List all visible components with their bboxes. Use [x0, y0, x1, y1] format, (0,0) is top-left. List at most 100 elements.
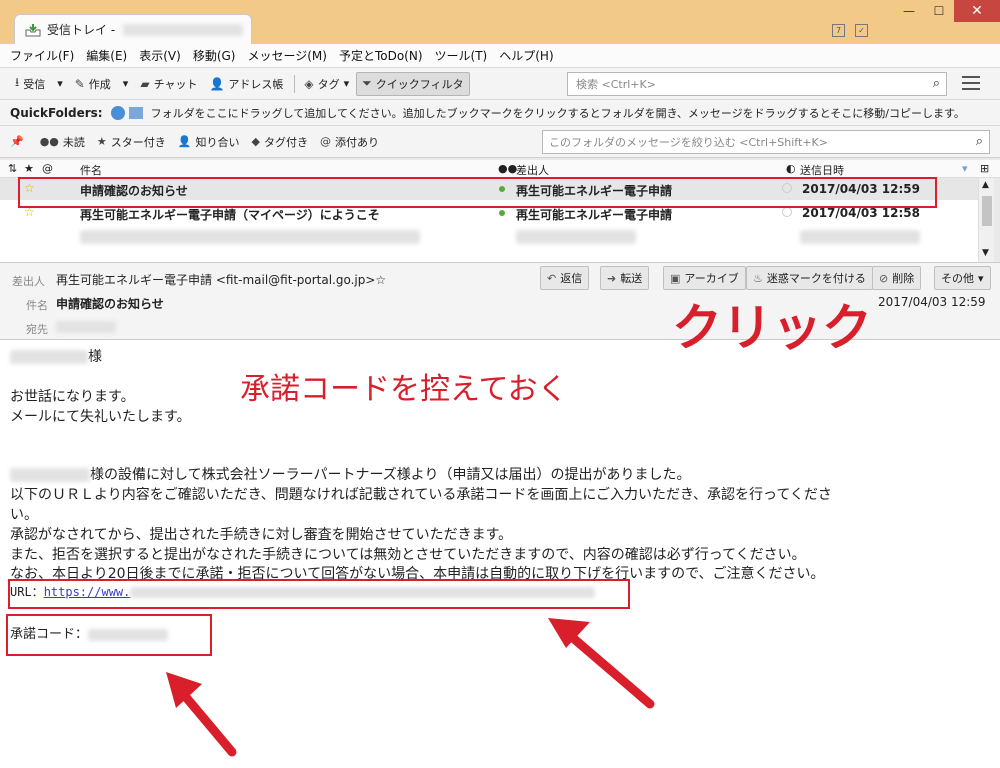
menu-go[interactable]: 移動(G)	[193, 47, 236, 64]
col-date[interactable]: 送信日時	[800, 162, 844, 178]
person-icon: 👤	[209, 76, 225, 91]
compose-button[interactable]: ✎ 作成	[70, 73, 116, 95]
highlight-selected-message	[18, 177, 937, 208]
calendar-icon[interactable]: 7	[832, 24, 845, 37]
junk-status-icon	[782, 207, 792, 217]
message-date: 2017/04/03 12:59	[878, 295, 986, 309]
highlight-code	[6, 614, 212, 656]
filter-icon: ⏷	[362, 76, 372, 90]
tab-title: 受信トレイ -	[47, 23, 116, 37]
filter-tagged[interactable]: ◆ タグ付き	[251, 134, 307, 150]
maximize-button[interactable]: ☐	[924, 0, 954, 22]
menu-file[interactable]: ファイル(F)	[10, 47, 74, 64]
tasks-icon[interactable]: ✓	[855, 24, 868, 37]
chevron-down-icon: ▾	[57, 77, 63, 90]
scroll-up-icon[interactable]: ▲	[982, 180, 989, 190]
folder-icon[interactable]	[128, 106, 143, 119]
inbox-tab[interactable]: 受信トレイ -	[14, 14, 252, 44]
col-subject[interactable]: 件名	[80, 162, 102, 178]
subject-value: 申請確認のお知らせ	[56, 297, 164, 311]
quickfilter-button[interactable]: ⏷ クイックフィルタ	[356, 71, 470, 96]
pin-icon: 📌	[10, 135, 24, 148]
attachment-column-icon[interactable]: @	[42, 162, 53, 175]
folder-filter-input[interactable]: このフォルダのメッセージを絞り込む <Ctrl+Shift+K> ⌕	[542, 130, 990, 154]
paperclip-icon: @	[319, 135, 331, 148]
archive-button[interactable]: ▣ アーカイブ	[663, 266, 746, 290]
unread-icon: ●●	[39, 135, 59, 148]
highlight-url	[8, 579, 630, 609]
body-line: また、拒否を選択すると提出がなされた手続きについては無効とさせていただきますので…	[10, 547, 806, 563]
column-picker-icon[interactable]: ⊞	[980, 162, 989, 175]
menu-message[interactable]: メッセージ(M)	[247, 47, 326, 64]
scroll-thumb[interactable]	[982, 196, 992, 226]
thread-column-icon[interactable]: ⇅	[8, 162, 17, 175]
body-line: い。	[10, 507, 38, 523]
forward-button[interactable]: ➜ 転送	[600, 266, 650, 290]
sort-chevron-icon: ▾	[962, 162, 968, 175]
unread-column-icon[interactable]: ●●	[498, 162, 517, 175]
body-line: お世話になります。	[10, 389, 135, 405]
search-icon[interactable]: ⌕	[976, 134, 983, 149]
filter-contacts[interactable]: 👤 知り合い	[178, 134, 240, 150]
junk-column-icon[interactable]: ◐	[786, 162, 796, 175]
redacted-account	[123, 23, 244, 36]
quickfolders-bar: QuickFolders: フォルダをここにドラッグして追加してください。追加し…	[0, 100, 1000, 126]
compose-dropdown[interactable]: ▾	[118, 74, 134, 93]
addressbook-button[interactable]: 👤 アドレス帳	[204, 73, 288, 95]
copy-code-annotation: 承諾コードを控えておく	[240, 372, 568, 407]
mail-window: 受信トレイ - 7 ✓ — ☐ ✕ ファイル(F) 編集(E) 表示(V) 移動…	[0, 0, 1000, 768]
from-label: 差出人	[12, 275, 45, 288]
body-line: 様の設備に対して株式会社ソーラーパートナーズ様より（申請又は届出）の提出がありま…	[10, 464, 690, 484]
app-menu-icon[interactable]	[962, 76, 980, 94]
menu-events[interactable]: 予定とToDo(N)	[339, 47, 423, 64]
archive-icon: ▣	[670, 271, 681, 285]
inbox-icon	[25, 23, 41, 37]
receive-dropdown[interactable]: ▾	[52, 74, 68, 93]
reply-icon: ↶	[547, 271, 557, 285]
chevron-down-icon: ▾	[978, 271, 984, 285]
minimize-button[interactable]: —	[894, 0, 924, 22]
junk-button[interactable]: ♨ 迷惑マークを付ける	[746, 266, 873, 290]
sticky-pin-button[interactable]: 📌	[10, 135, 28, 148]
download-icon: ⭳	[15, 75, 20, 89]
body-line: メールにて失礼いたします。	[10, 409, 191, 425]
flame-icon: ♨	[753, 271, 763, 285]
menu-help[interactable]: ヘルプ(H)	[499, 47, 553, 64]
delete-button[interactable]: ⊘ 削除	[872, 266, 922, 290]
to-value-redacted	[56, 321, 116, 333]
global-search-input[interactable]: 検索 <Ctrl+K> ⌕	[567, 72, 947, 96]
to-label: 宛先	[26, 323, 48, 336]
menu-edit[interactable]: 編集(E)	[86, 47, 127, 64]
quickfolders-hint: フォルダをここにドラッグして追加してください。追加したブックマークをクリックする…	[150, 106, 965, 120]
body-line: 承認がなされてから、提出された手続きに対し審査を開始させていただきます。	[10, 527, 513, 543]
list-scrollbar[interactable]: ▲ ▼	[978, 178, 994, 262]
reply-button[interactable]: ↶ 返信	[540, 266, 590, 290]
chat-button[interactable]: ▰ チャット	[135, 73, 202, 95]
star-column-icon[interactable]: ★	[24, 162, 34, 175]
menu-tools[interactable]: ツール(T)	[435, 47, 488, 64]
tag-icon: ◈	[304, 76, 314, 91]
forward-icon: ➜	[607, 271, 617, 285]
scroll-down-icon[interactable]: ▼	[982, 248, 989, 258]
tag-icon: ◆	[251, 135, 260, 148]
filter-starred[interactable]: ★ スター付き	[97, 134, 166, 150]
filter-attachment[interactable]: @ 添付あり	[320, 134, 379, 150]
col-from[interactable]: 差出人	[516, 162, 549, 178]
chevron-down-icon: ▾	[122, 77, 129, 90]
message-row-redacted[interactable]	[0, 226, 978, 248]
tag-button[interactable]: ◈ タグ ▾	[299, 73, 354, 95]
title-bar: 受信トレイ - 7 ✓ — ☐ ✕	[0, 0, 1000, 44]
menu-view[interactable]: 表示(V)	[139, 47, 181, 64]
filter-unread[interactable]: ●● 未読	[40, 134, 85, 150]
close-button[interactable]: ✕	[954, 0, 1000, 22]
subject-label: 件名	[26, 299, 48, 312]
receive-button[interactable]: ⭳ 受信	[10, 70, 50, 97]
other-actions-button[interactable]: その他 ▾	[934, 266, 991, 290]
menu-bar: ファイル(F) 編集(E) 表示(V) 移動(G) メッセージ(M) 予定とTo…	[0, 44, 1000, 68]
message-list-header: ⇅ ★ @ 件名 ●● 差出人 ◐ 送信日時 ▾ ⊞	[0, 160, 1000, 178]
search-icon[interactable]: ⌕	[933, 76, 940, 91]
chevron-down-icon: ▾	[343, 77, 350, 90]
status-dot	[499, 210, 505, 216]
refresh-icon[interactable]	[110, 105, 125, 120]
from-value[interactable]: 再生可能エネルギー電子申請 <fit-mail@fit-portal.go.jp…	[56, 271, 386, 288]
